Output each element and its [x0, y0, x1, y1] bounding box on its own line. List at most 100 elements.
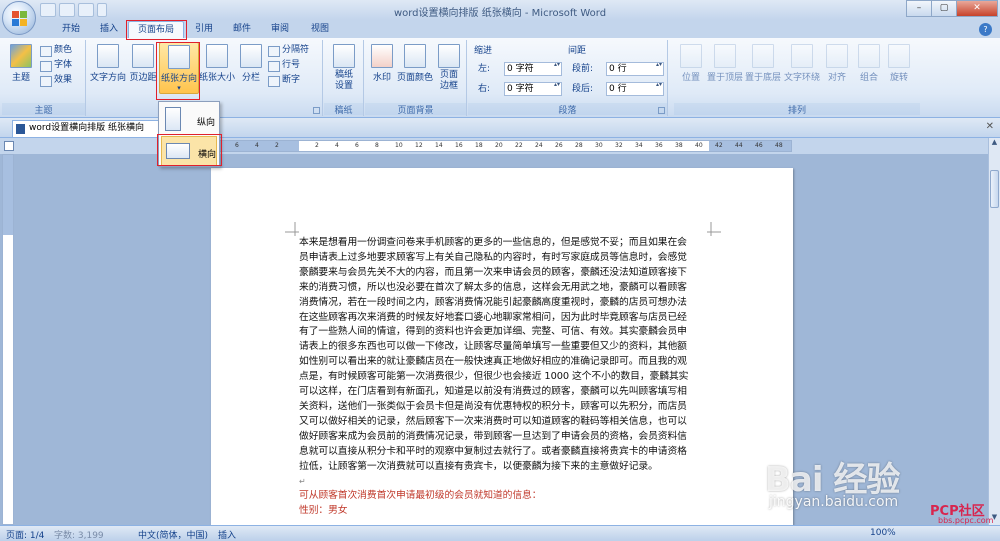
- margins-button[interactable]: 页边距: [127, 42, 159, 83]
- position-button[interactable]: 位置: [676, 42, 706, 83]
- scrollbar-thumb[interactable]: [990, 170, 999, 208]
- ruler-tick-label: 42: [715, 142, 723, 149]
- margins-icon: [132, 44, 154, 68]
- bring-to-front-icon: [714, 44, 736, 68]
- spacing-before-label: 段前:: [572, 64, 594, 74]
- indent-right-input[interactable]: 0 字符: [504, 82, 562, 96]
- text-wrap-button[interactable]: 文字环绕: [782, 42, 822, 83]
- document-tab[interactable]: word设置横向排版 纸张横向: [12, 120, 172, 137]
- group-label-paragraph: 段落: [468, 103, 667, 116]
- draft-settings-icon: [333, 44, 355, 68]
- ruler-tick-label: 4: [255, 142, 259, 149]
- theme-fonts-button[interactable]: 字体: [40, 59, 72, 72]
- send-to-back-button[interactable]: 置于底层: [744, 42, 782, 83]
- ruler-tick-label: 38: [675, 142, 683, 149]
- send-to-back-icon: [752, 44, 774, 68]
- watermark-url: jingyan.baidu.com: [769, 494, 899, 510]
- word-count-status[interactable]: 字数: 3,199: [54, 528, 104, 541]
- crop-mark-top-right: [707, 222, 721, 236]
- text-direction-button[interactable]: 文字方向: [89, 42, 127, 83]
- tab-page-layout[interactable]: 页面布局: [128, 21, 184, 38]
- text-wrap-icon: [791, 44, 813, 68]
- maximize-button[interactable]: ▢: [931, 0, 957, 17]
- horizontal-ruler[interactable]: 6 4 2 2 4 6 8 10 12 14 16 18 20 22 24 26 28 30 32 34 36 38 40 4…: [212, 140, 792, 152]
- document-tab-strip: word设置横向排版 纸张横向 ✕: [0, 118, 1000, 138]
- office-button[interactable]: [2, 1, 36, 35]
- tab-references[interactable]: 引用: [188, 21, 220, 38]
- orientation-landscape-item[interactable]: 横向: [161, 136, 217, 166]
- draft-settings-button[interactable]: 稿纸设置: [327, 42, 361, 92]
- tab-view[interactable]: 视图: [304, 21, 336, 38]
- tab-mailings[interactable]: 邮件: [226, 21, 258, 38]
- page-count-status[interactable]: 页面: 1/4: [6, 528, 44, 541]
- tab-home[interactable]: 开始: [54, 21, 88, 38]
- ruler-tick-label: 22: [515, 142, 523, 149]
- close-document-icon[interactable]: ✕: [986, 121, 994, 132]
- group-draft: 稿纸设置 稿纸: [324, 40, 364, 116]
- tab-review[interactable]: 审阅: [264, 21, 296, 38]
- spacing-before-input[interactable]: 0 行: [606, 62, 664, 76]
- group-arrange: 位置 置于顶层 置于底层 文字环绕 对齐 组合 旋转 排列: [674, 40, 920, 116]
- align-icon: [826, 44, 848, 68]
- align-button[interactable]: 对齐: [822, 42, 852, 83]
- ruler-tick-label: 46: [755, 142, 763, 149]
- breaks-button[interactable]: 分隔符: [268, 44, 309, 57]
- ruler-tick-label: 2: [315, 142, 319, 149]
- pcp-site: bbs.pcpc.com: [938, 516, 994, 525]
- page-color-button[interactable]: 页面颜色: [397, 42, 433, 83]
- indent-right-label: 右:: [478, 84, 491, 94]
- text-direction-icon: [97, 44, 119, 68]
- document-line: 本来是想看用一份调查问卷来手机顾客的更多的一些信息的，但是感觉不妥；而且如果在会: [299, 237, 687, 248]
- document-line: 点是，有时候顾客可能第一次消费很少，但很少也会接近 1000 这个不小的数目，豪…: [299, 371, 689, 383]
- insert-mode-status[interactable]: 插入: [218, 528, 236, 541]
- indent-label: 缩进: [474, 46, 493, 56]
- spacing-label: 间距: [568, 46, 587, 56]
- group-label-draft: 稿纸: [324, 103, 363, 116]
- group-page-background: 水印 页面颜色 页面边框 页面背景: [365, 40, 467, 116]
- group-paragraph: 缩进 间距 左: 0 字符 右: 0 字符 段前: 0 行 段后: 0 行 段落: [468, 40, 668, 116]
- watermark-button[interactable]: 水印: [367, 42, 397, 83]
- themes-icon: [10, 44, 32, 68]
- tab-insert[interactable]: 插入: [92, 21, 126, 38]
- orientation-menu: 纵向 横向: [158, 101, 220, 167]
- minimize-button[interactable]: –: [906, 0, 932, 17]
- bring-to-front-button[interactable]: 置于顶层: [706, 42, 744, 83]
- theme-effects-button[interactable]: 效果: [40, 74, 72, 87]
- paper-size-button[interactable]: 纸张大小: [199, 42, 235, 83]
- indent-left-input[interactable]: 0 字符: [504, 62, 562, 76]
- help-icon[interactable]: ?: [979, 23, 992, 36]
- orientation-button[interactable]: 纸张方向 ▾: [159, 42, 199, 94]
- rotate-button[interactable]: 旋转: [886, 42, 912, 83]
- orientation-portrait-item[interactable]: 纵向: [161, 105, 217, 135]
- close-button[interactable]: ✕: [956, 0, 998, 17]
- ribbon-tabs: 开始 插入 页面布局 引用 邮件 审阅 视图: [0, 20, 1000, 38]
- spacing-after-label: 段后:: [572, 84, 594, 94]
- group-label-themes: 主题: [2, 103, 85, 116]
- group-label-page-background: 页面背景: [365, 103, 466, 116]
- page-borders-button[interactable]: 页面边框: [433, 42, 465, 92]
- themes-button[interactable]: 主题: [4, 42, 38, 83]
- scroll-up-icon[interactable]: ▲: [990, 138, 999, 148]
- hyphenation-button[interactable]: 断字: [268, 74, 300, 87]
- document-line: 关资料，送他们一张类似于会员卡但是尚没有优惠特权的积分卡，顾客可以先积分，而店员: [299, 400, 687, 412]
- page-setup-launcher-icon[interactable]: [313, 107, 320, 114]
- spacing-after-input[interactable]: 0 行: [606, 82, 664, 96]
- line-numbers-button[interactable]: 行号: [268, 59, 300, 72]
- language-status[interactable]: 中文(简体，中国): [138, 528, 208, 541]
- ruler-tick-label: 6: [355, 142, 359, 149]
- tab-selector-icon[interactable]: [4, 141, 14, 151]
- document-line: 拉低，让顾客第一次消费就可以直接有贵宾卡，以便豪麟为接下来的主意做好记录。: [299, 460, 658, 472]
- ruler-tick-label: 28: [575, 142, 583, 149]
- document-page[interactable]: 本来是想看用一份调查问卷来手机顾客的更多的一些信息的，但是感觉不妥；而且如果在会…: [211, 168, 793, 525]
- ruler-tick-label: 32: [615, 142, 623, 149]
- columns-button[interactable]: 分栏: [237, 42, 265, 83]
- crop-mark-top-left: [285, 222, 299, 236]
- vertical-ruler[interactable]: [2, 154, 14, 525]
- ruler-tick-label: 10: [395, 142, 403, 149]
- window-controls: – ▢ ✕: [906, 0, 998, 17]
- columns-icon: [240, 44, 262, 68]
- theme-colors-button[interactable]: 颜色: [40, 44, 72, 57]
- group-objects-button[interactable]: 组合: [854, 42, 884, 83]
- paragraph-launcher-icon[interactable]: [658, 107, 665, 114]
- title-bar: word设置横向排版 纸张横向 - Microsoft Word – ▢ ✕: [0, 0, 1000, 20]
